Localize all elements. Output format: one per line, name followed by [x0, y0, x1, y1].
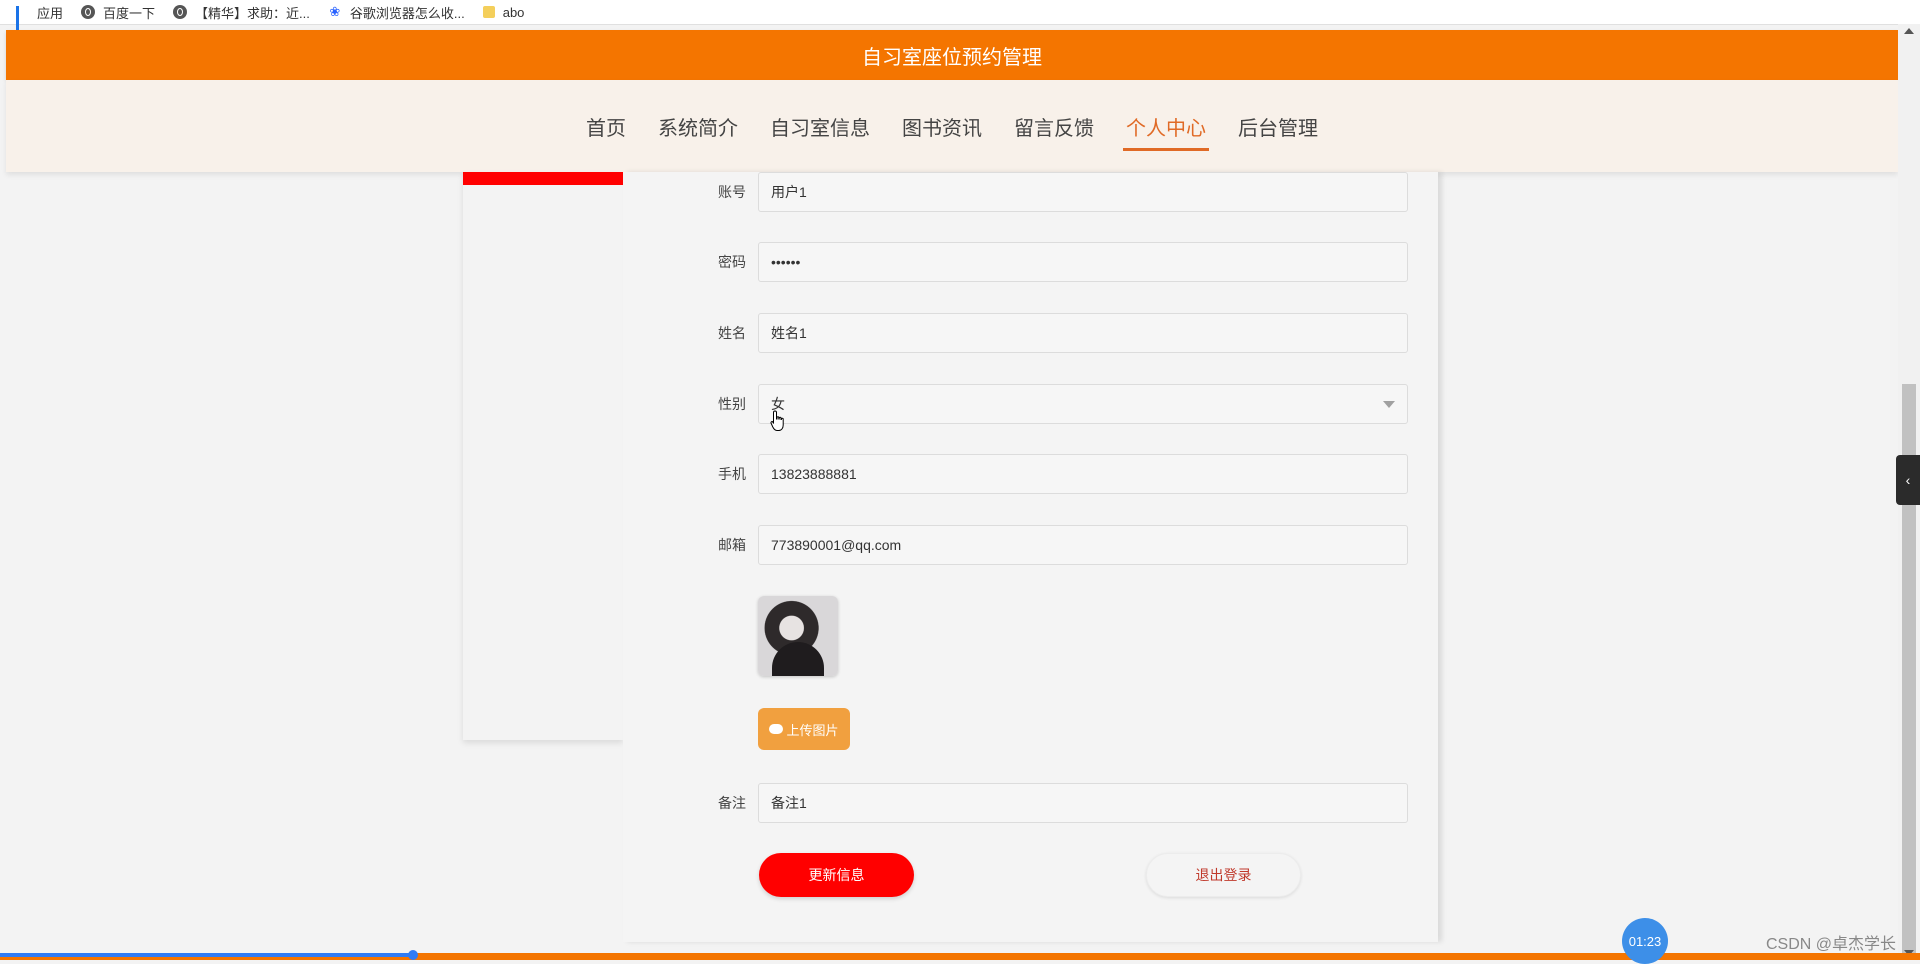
remark-label: 备注: [718, 795, 746, 811]
profile-form: 账号 密码 姓名 性别 女 手机 邮箱 上传图片 备注 更新信息 退出登录: [623, 172, 1438, 942]
logout-button[interactable]: 退出登录: [1146, 853, 1301, 897]
gender-row: 性别 女: [623, 384, 1438, 424]
chevron-down-icon: [1383, 401, 1395, 408]
account-label: 账号: [718, 184, 746, 200]
sidebar-menu: [463, 172, 623, 740]
bookmark-label: 应用: [37, 5, 64, 21]
bookmark-chrome-help[interactable]: ❀ 谷歌浏览器怎么收...: [328, 3, 465, 22]
nav-admin[interactable]: 后台管理: [1235, 106, 1321, 147]
baidu-paw-icon: ❀: [329, 4, 341, 19]
globe-icon: [173, 5, 188, 19]
account-input[interactable]: [758, 172, 1408, 212]
apps-grid-icon: [16, 5, 29, 33]
chevron-left-icon: ‹: [1905, 472, 1911, 488]
email-input[interactable]: [758, 525, 1408, 565]
account-row: 账号: [623, 172, 1438, 212]
bookmark-label: 【精华】求助：近...: [195, 5, 310, 21]
scroll-up-arrow-icon[interactable]: [1904, 28, 1914, 34]
nav-system-intro[interactable]: 系统简介: [655, 106, 741, 147]
gender-select[interactable]: 女: [758, 384, 1408, 424]
bookmark-label: abo: [502, 4, 525, 20]
nav-book-news[interactable]: 图书资讯: [899, 106, 985, 147]
globe-icon: [81, 5, 96, 19]
password-input[interactable]: [758, 242, 1408, 282]
main-nav: 首页 系统简介 自习室信息 图书资讯 留言反馈 个人中心 后台管理: [6, 80, 1898, 172]
update-info-button[interactable]: 更新信息: [759, 853, 914, 897]
nav-personal-center[interactable]: 个人中心: [1123, 106, 1209, 151]
name-row: 姓名: [623, 313, 1438, 353]
bookmark-label: 谷歌浏览器怎么收...: [349, 5, 465, 21]
watermark: CSDN @卓杰学长: [1766, 936, 1897, 953]
remark-input[interactable]: [758, 783, 1408, 823]
upload-image-label: 上传图片: [786, 722, 839, 738]
site-header: 自习室座位预约管理: [6, 30, 1898, 80]
hand-cursor-icon: [770, 410, 784, 431]
email-row: 邮箱: [623, 525, 1438, 565]
password-label: 密码: [718, 254, 746, 270]
site-title: 自习室座位预约管理: [862, 46, 1042, 69]
cloud-upload-icon: [769, 724, 784, 734]
bookmark-baidu[interactable]: 百度一下: [81, 3, 155, 22]
video-timer: 01:23: [1622, 918, 1668, 964]
bookmarks-bar: 应用 百度一下 【精华】求助：近... ❀ 谷歌浏览器怎么收... abo: [0, 0, 1920, 33]
bookmark-forum[interactable]: 【精华】求助：近...: [173, 3, 310, 22]
nav-feedback[interactable]: 留言反馈: [1011, 106, 1097, 147]
email-label: 邮箱: [718, 537, 746, 553]
upload-image-button[interactable]: 上传图片: [758, 708, 850, 750]
phone-row: 手机: [623, 454, 1438, 494]
bookmark-abo[interactable]: abo: [482, 4, 525, 20]
name-input[interactable]: [758, 313, 1408, 353]
name-label: 姓名: [718, 325, 746, 341]
password-row: 密码: [623, 242, 1438, 282]
sidebar-active-bar[interactable]: [463, 172, 623, 185]
nav-study-room-info[interactable]: 自习室信息: [767, 106, 873, 147]
video-progress-fill: [0, 953, 413, 957]
bookmark-label: 百度一下: [103, 5, 156, 21]
gender-label: 性别: [718, 396, 746, 412]
phone-label: 手机: [718, 466, 746, 482]
nav-home[interactable]: 首页: [583, 106, 629, 147]
folder-icon: [482, 6, 495, 18]
avatar-image: [758, 596, 838, 676]
remark-row: 备注: [623, 783, 1438, 823]
phone-input[interactable]: [758, 454, 1408, 494]
side-panel-toggle[interactable]: ‹: [1896, 455, 1920, 505]
bookmark-apps[interactable]: 应用: [16, 3, 64, 33]
video-progress-knob[interactable]: [407, 950, 418, 960]
